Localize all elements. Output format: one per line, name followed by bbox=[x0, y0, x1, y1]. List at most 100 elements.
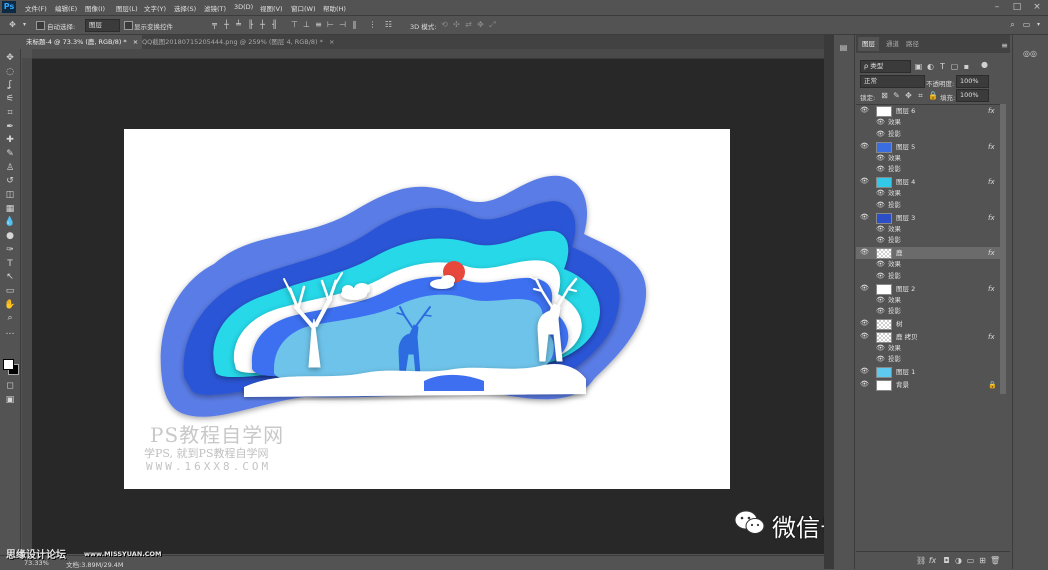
screen-mode-icon[interactable]: ▣ bbox=[4, 395, 16, 406]
drop-shadow-row[interactable]: 👁 投影 bbox=[876, 164, 996, 174]
show-transform-checkbox[interactable] bbox=[124, 21, 133, 30]
effect-visibility-icon[interactable]: 👁 bbox=[876, 260, 885, 269]
align-icon[interactable]: ┼ bbox=[222, 20, 231, 29]
tab-close-icon[interactable]: × bbox=[329, 38, 334, 46]
filter-toggle-icon[interactable]: ● bbox=[980, 60, 989, 69]
lock-artboard-icon[interactable]: ⌗ bbox=[916, 91, 925, 100]
marquee-tool-icon[interactable]: ◌ bbox=[4, 67, 16, 78]
pen-tool-icon[interactable]: ✑ bbox=[4, 245, 16, 256]
align-icon[interactable]: ┼ bbox=[258, 20, 267, 29]
align-icon[interactable]: ☷ bbox=[384, 20, 393, 29]
move-tool-icon[interactable]: ✥ bbox=[4, 53, 16, 64]
visibility-eye-icon[interactable]: 👁 bbox=[860, 177, 869, 186]
drop-shadow-row[interactable]: 👁 投影 bbox=[876, 306, 996, 316]
layer-row[interactable]: 👁 图层 2 fx bbox=[856, 283, 1004, 295]
effect-visibility-icon[interactable]: 👁 bbox=[876, 154, 885, 163]
tab-untitled-4[interactable]: 未标题-4 @ 73.3% (鹿, RGB/8) * × bbox=[20, 35, 142, 49]
menu-item[interactable]: 滤镜(T) bbox=[204, 3, 226, 13]
zoom-tool-icon[interactable]: ⌕ bbox=[4, 313, 16, 324]
visibility-eye-icon[interactable]: 👁 bbox=[860, 380, 869, 389]
menu-item[interactable]: 选择(S) bbox=[174, 3, 196, 13]
tab-paths[interactable]: 路径 bbox=[902, 37, 923, 51]
hand-tool-icon[interactable]: ✋ bbox=[4, 300, 16, 311]
shape-tool-icon[interactable]: ▭ bbox=[4, 286, 16, 297]
effect-visibility-icon[interactable]: 👁 bbox=[876, 189, 885, 198]
new-layer-icon[interactable]: ⊞ bbox=[978, 556, 987, 565]
menu-item[interactable]: 3D(D) bbox=[234, 3, 253, 11]
new-group-icon[interactable]: ▭ bbox=[966, 556, 975, 565]
crop-tool-icon[interactable]: ⌗ bbox=[4, 108, 16, 119]
visibility-eye-icon[interactable]: 👁 bbox=[860, 142, 869, 151]
align-icon[interactable]: ╟ bbox=[246, 20, 255, 29]
blur-tool-icon[interactable]: 💧 bbox=[4, 217, 16, 228]
effects-row[interactable]: 👁 效果 bbox=[876, 224, 996, 234]
fx-badge[interactable]: fx bbox=[988, 284, 995, 294]
3d-tool-icon[interactable]: ⤢ bbox=[488, 20, 497, 29]
effects-row[interactable]: 👁 效果 bbox=[876, 295, 996, 305]
filter-smart-icon[interactable]: ▪ bbox=[962, 62, 971, 71]
visibility-eye-icon[interactable]: 👁 bbox=[860, 248, 869, 257]
effect-visibility-icon[interactable]: 👁 bbox=[876, 307, 885, 316]
libraries-icon[interactable]: ◎◎ bbox=[1019, 49, 1041, 58]
brush-tool-icon[interactable]: ✎ bbox=[4, 149, 16, 160]
tab-qq-screenshot[interactable]: QQ截图20180715205444.png @ 259% (图层 4, RGB… bbox=[136, 35, 348, 49]
horizontal-ruler[interactable] bbox=[32, 49, 824, 59]
align-icon[interactable]: ⋮ bbox=[368, 20, 377, 29]
effect-visibility-icon[interactable]: 👁 bbox=[876, 225, 885, 234]
fx-badge[interactable]: fx bbox=[988, 332, 995, 342]
layer-row[interactable]: 👁 图层 1 bbox=[856, 366, 1004, 378]
quick-select-tool-icon[interactable]: ⚟ bbox=[4, 94, 16, 105]
adjustment-layer-icon[interactable]: ◑ bbox=[954, 556, 963, 565]
lock-position-icon[interactable]: ✥ bbox=[904, 91, 913, 100]
visibility-eye-icon[interactable]: 👁 bbox=[860, 284, 869, 293]
align-icon[interactable]: ≡ bbox=[314, 20, 323, 29]
align-icon[interactable]: ⊣ bbox=[338, 20, 347, 29]
menu-item[interactable]: 文件(F) bbox=[25, 3, 47, 13]
align-icon[interactable]: ╧ bbox=[234, 20, 243, 29]
effect-visibility-icon[interactable]: 👁 bbox=[876, 165, 885, 174]
filter-adjust-icon[interactable]: ◐ bbox=[926, 62, 935, 71]
filter-shape-icon[interactable]: ▢ bbox=[950, 62, 959, 71]
effect-visibility-icon[interactable]: 👁 bbox=[876, 118, 885, 127]
align-icon[interactable]: ⊥ bbox=[302, 20, 311, 29]
3d-tool-icon[interactable]: ✣ bbox=[452, 20, 461, 29]
layer-row[interactable]: 👁 鹿 拷贝 fx bbox=[856, 331, 1004, 343]
layer-row[interactable]: 👁 图层 4 fx bbox=[856, 176, 1004, 188]
3d-tool-icon[interactable]: ⇄ bbox=[464, 20, 473, 29]
drop-shadow-row[interactable]: 👁 投影 bbox=[876, 200, 996, 210]
eyedropper-tool-icon[interactable]: ✒ bbox=[4, 122, 16, 133]
drop-shadow-row[interactable]: 👁 投影 bbox=[876, 235, 996, 245]
filter-pixel-icon[interactable]: ▣ bbox=[914, 62, 923, 71]
fill-input[interactable]: 100% bbox=[956, 89, 989, 102]
effects-row[interactable]: 👁 效果 bbox=[876, 188, 996, 198]
fx-badge[interactable]: fx bbox=[988, 248, 995, 258]
layer-row[interactable]: 👁 图层 5 fx bbox=[856, 141, 1004, 153]
visibility-eye-icon[interactable]: 👁 bbox=[860, 106, 869, 115]
more-tools-icon[interactable]: … bbox=[4, 327, 16, 338]
quick-mask-icon[interactable]: ◻ bbox=[4, 381, 16, 392]
align-icon[interactable]: ╤ bbox=[210, 20, 219, 29]
effect-visibility-icon[interactable]: 👁 bbox=[876, 344, 885, 353]
eraser-tool-icon[interactable]: ◫ bbox=[4, 190, 16, 201]
effect-visibility-icon[interactable]: 👁 bbox=[876, 130, 885, 139]
menu-item[interactable]: 编辑(E) bbox=[55, 3, 77, 13]
foreground-color-swatch[interactable] bbox=[3, 359, 14, 370]
drop-shadow-row[interactable]: 👁 投影 bbox=[876, 271, 996, 281]
blend-mode-dropdown[interactable]: 正常 bbox=[860, 75, 925, 88]
visibility-eye-icon[interactable]: 👁 bbox=[860, 213, 869, 222]
auto-select-dropdown[interactable]: 图层 bbox=[85, 19, 120, 32]
tab-channels[interactable]: 通道 bbox=[882, 37, 903, 51]
visibility-eye-icon[interactable]: 👁 bbox=[860, 319, 869, 328]
link-layers-icon[interactable]: ⛓ bbox=[916, 556, 926, 565]
drop-shadow-row[interactable]: 👁 投影 bbox=[876, 354, 996, 364]
filter-text-icon[interactable]: T bbox=[938, 62, 947, 71]
layers-scrollbar[interactable] bbox=[1000, 104, 1006, 394]
add-mask-icon[interactable]: ◘ bbox=[942, 556, 951, 565]
3d-tool-icon[interactable]: ⟲ bbox=[440, 20, 449, 29]
history-icon[interactable]: ▤ bbox=[839, 43, 848, 52]
visibility-eye-icon[interactable]: 👁 bbox=[860, 367, 869, 376]
maximize-icon[interactable]: □ bbox=[1012, 2, 1022, 12]
minimize-icon[interactable]: – bbox=[992, 2, 1002, 12]
layer-row[interactable]: 👁 树 bbox=[856, 318, 1004, 330]
effect-visibility-icon[interactable]: 👁 bbox=[876, 201, 885, 210]
